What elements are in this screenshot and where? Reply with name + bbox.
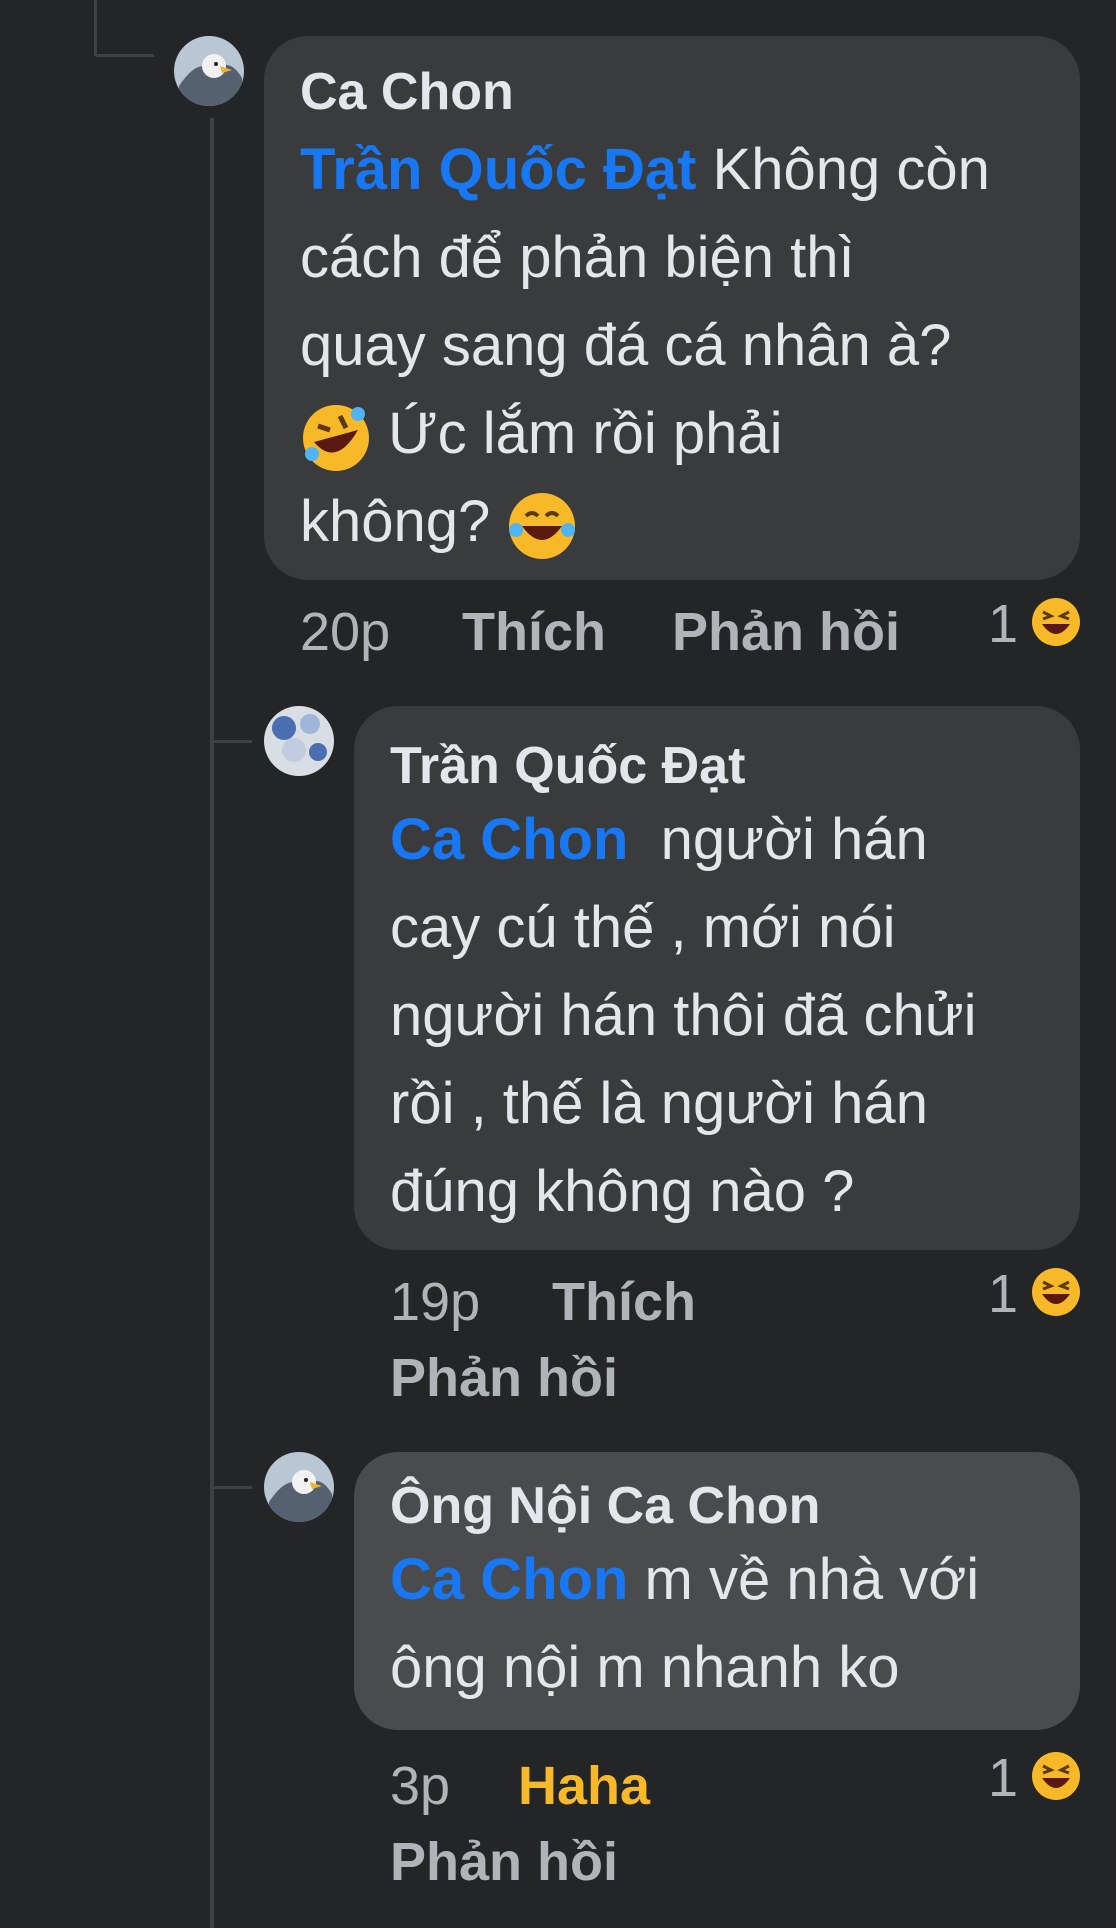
thread-connector-vertical: [210, 118, 214, 1928]
comment-time: 3p: [390, 1756, 451, 1816]
comment-bubble[interactable]: Ông Nội Ca Chon Ca Chon m về nhà với ông…: [354, 1452, 1080, 1730]
reply-button[interactable]: Phản hồi: [672, 602, 900, 662]
haha-reaction-button[interactable]: Haha: [518, 1756, 650, 1816]
laughing-face-icon[interactable]: [1030, 1266, 1082, 1318]
comment-text: Ca Chon m về nhà với ông nội m nhanh ko: [390, 1547, 980, 1700]
reaction-count[interactable]: 1: [988, 1264, 1018, 1324]
comment-text: Ca Chon người hán cay cú thế , mới nói n…: [390, 807, 977, 1224]
comment-text: Trần Quốc Đạt Không còn cách để phản biệ…: [300, 126, 1044, 566]
reply-button[interactable]: Phản hồi: [390, 1348, 618, 1408]
like-button[interactable]: Thích: [552, 1272, 696, 1332]
avatar[interactable]: [174, 36, 244, 106]
comment-time: 20p: [300, 602, 391, 662]
like-button[interactable]: Thích: [462, 602, 606, 662]
mention-link[interactable]: Ca Chon: [390, 807, 628, 872]
balloon-avatar-icon: [264, 706, 334, 776]
thread-connector-branch-1: [210, 740, 252, 743]
thread-connector-branch-2: [210, 1486, 252, 1489]
thread-connector-top: [94, 0, 97, 56]
mention-link[interactable]: Trần Quốc Đạt: [300, 137, 696, 202]
rofl-emoji-icon: [300, 402, 372, 474]
comment-bubble[interactable]: Trần Quốc Đạt Ca Chon người hán cay cú t…: [354, 706, 1080, 1250]
thread-connector-top-curve: [94, 54, 154, 57]
eagle-avatar-icon: [174, 36, 244, 106]
eagle-avatar-icon: [264, 1452, 334, 1522]
laughing-face-icon[interactable]: [1030, 1750, 1082, 1802]
reaction-count[interactable]: 1: [988, 1748, 1018, 1808]
avatar[interactable]: [264, 1452, 334, 1522]
comment-author[interactable]: Trần Quốc Đạt: [390, 736, 1044, 796]
comment-author[interactable]: Ông Nội Ca Chon: [390, 1476, 1044, 1536]
mention-link[interactable]: Ca Chon: [390, 1547, 628, 1612]
laughing-face-icon[interactable]: [1030, 596, 1082, 648]
comment-time: 19p: [390, 1272, 481, 1332]
avatar[interactable]: [264, 706, 334, 776]
comment-author[interactable]: Ca Chon: [300, 62, 1044, 122]
reply-button[interactable]: Phản hồi: [390, 1832, 618, 1892]
comment-bubble[interactable]: Ca Chon Trần Quốc Đạt Không còn cách để …: [264, 36, 1080, 580]
tears-of-joy-emoji-icon: [506, 490, 578, 562]
reaction-count[interactable]: 1: [988, 594, 1018, 654]
